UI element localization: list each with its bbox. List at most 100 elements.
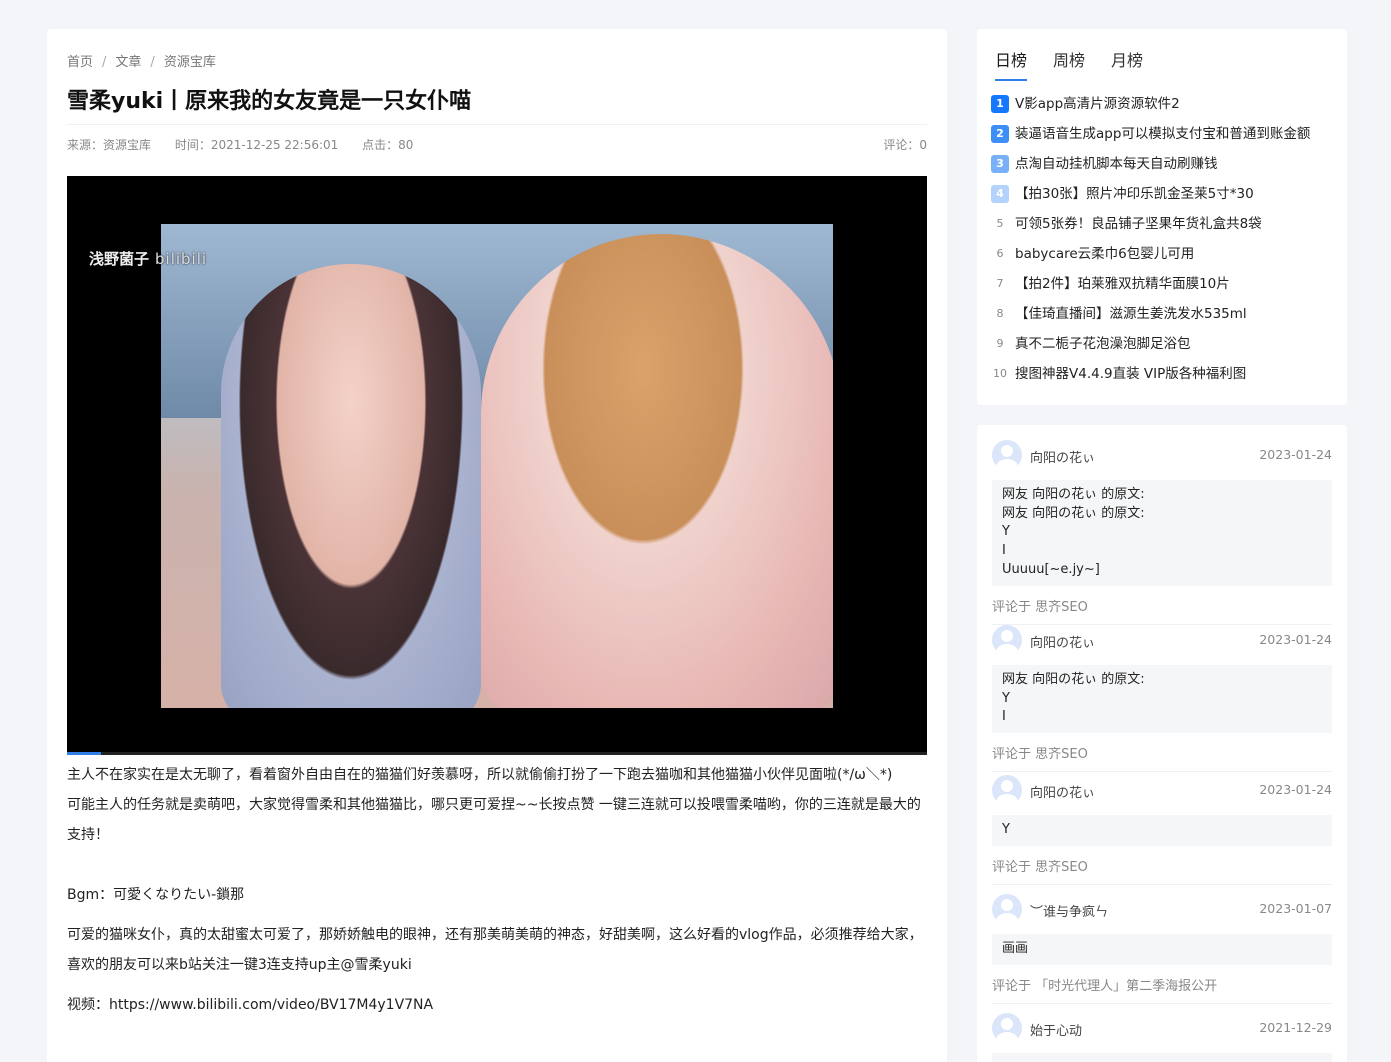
avatar[interactable] — [992, 775, 1022, 805]
article-meta: 来源：资源宝库 时间：2021-12-25 22:56:01 点击：80 评论：… — [67, 136, 927, 153]
meta-comments[interactable]: 评论：0 — [883, 136, 927, 153]
video-progress-bar[interactable] — [67, 752, 927, 755]
comment-target[interactable]: 评论于 思齐SEO — [992, 856, 1332, 875]
ranking-number: 10 — [993, 367, 1007, 380]
ranking-item[interactable]: 8 【佳琦直播间】滋源生姜洗发水535ml — [991, 303, 1310, 333]
comment-user[interactable]: 向阳の花ぃ — [1030, 632, 1095, 651]
video-person-left — [221, 264, 481, 708]
ranking-item-title[interactable]: 【拍30张】照片冲印乐凯金圣莱5寸*30 — [1015, 186, 1254, 202]
breadcrumb-category[interactable]: 资源宝库 — [164, 55, 216, 70]
ranking-number: 7 — [996, 277, 1004, 290]
comment-target[interactable]: 评论于 思齐SEO — [992, 743, 1332, 762]
ranking-item[interactable]: 3 点淘自动挂机脚本每天自动刷赚钱 — [991, 153, 1310, 183]
comment-body: 网友 向阳の花ぃ 的原文: 网友 向阳の花ぃ 的原文: Y I Uuuuu[~e.jy~… — [992, 480, 1332, 586]
comment-line: Uuuuu[~e.jy~] — [1002, 561, 1100, 577]
title-divider — [67, 124, 927, 125]
ranking-item[interactable]: 10 搜图神器V4.4.9直装 VIP版各种福利图 — [991, 363, 1310, 393]
comment-line: I — [1002, 543, 1006, 559]
comment-item: 向阳の花ぃ 2023-01-24 网友 向阳の花ぃ 的原文: Y I 评论于 思齐SEO — [992, 625, 1332, 773]
video-watermark: 浅野菌子 bilibili — [89, 248, 207, 269]
avatar[interactable] — [992, 625, 1022, 655]
tab-weekly[interactable]: 周榜 — [1053, 47, 1085, 79]
ranking-item[interactable]: 5 可领5张券！良品铺子坚果年货礼盒共8袋 — [991, 213, 1310, 243]
ranking-item-title[interactable]: 【拍2件】珀莱雅双抗精华面膜10片 — [1015, 276, 1230, 292]
tab-monthly[interactable]: 月榜 — [1111, 47, 1143, 79]
ranking-item-title[interactable]: 可领5张券！良品铺子坚果年货礼盒共8袋 — [1015, 216, 1262, 232]
comment-line: Y — [1002, 822, 1010, 837]
comment-date: 2021-12-29 — [1259, 1020, 1332, 1035]
comment-header: 向阳の花ぃ 2023-01-24 — [992, 625, 1332, 655]
avatar[interactable] — [992, 440, 1022, 470]
latest-comments-card: 向阳の花ぃ 2023-01-24 网友 向阳の花ぃ 的原文: 网友 向阳の花ぃ 的原文… — [977, 425, 1347, 1062]
ranking-item-title[interactable]: 搜图神器V4.4.9直装 VIP版各种福利图 — [1015, 366, 1246, 382]
comment-item: 向阳の花ぃ 2023-01-24 Y 评论于 思齐SEO — [992, 775, 1332, 885]
ranking-number: 2 — [991, 125, 1009, 143]
page-title: 雪柔yuki丨原来我的女友竟是一只女仆喵 — [67, 89, 472, 114]
video-frame — [161, 224, 833, 708]
comment-line: I — [1002, 709, 1006, 725]
ranking-item[interactable]: 7 【拍2件】珀莱雅双抗精华面膜10片 — [991, 273, 1310, 303]
comment-header: 始于心动 2021-12-29 — [992, 1013, 1332, 1043]
ranking-item[interactable]: 2 装逼语音生成app可以模拟支付宝和普通到账金额 — [991, 123, 1310, 153]
article-body: 主人不在家实在是太无聊了，看着窗外自由自在的猫猫们好羡慕呀，所以就偷偷打扮了一下… — [67, 760, 927, 1020]
comment-line: Y — [1002, 690, 1010, 706]
ranking-item[interactable]: 4 【拍30张】照片冲印乐凯金圣莱5寸*30 — [991, 183, 1310, 213]
video-player[interactable]: 浅野菌子 bilibili — [67, 176, 927, 755]
ranking-item[interactable]: 1 V影app高清片源资源软件2 — [991, 93, 1310, 123]
meta-time: 时间：2021-12-25 22:56:01 — [174, 138, 339, 152]
comment-user[interactable]: 向阳の花ぃ — [1030, 782, 1095, 801]
article-card: 首页 / 文章 / 资源宝库 雪柔yuki丨原来我的女友竟是一只女仆喵 来源：资源宝库 … — [47, 29, 947, 1062]
ranking-item-title[interactable]: 【佳琦直播间】滋源生姜洗发水535ml — [1015, 306, 1247, 322]
comment-date: 2023-01-24 — [1259, 632, 1332, 647]
article-paragraph: 可爱的猫咪女仆，真的太甜蜜太可爱了，那娇娇触电的眼神，还有那美萌美萌的神态，好甜… — [67, 927, 923, 973]
ranking-number: 9 — [996, 337, 1004, 350]
comment-header: 向阳の花ぃ 2023-01-24 — [992, 440, 1332, 470]
comment-line: 网友 向阳の花ぃ 的原文: — [1002, 672, 1145, 687]
comment-line: 网友 向阳の花ぃ 的原文: — [1002, 487, 1145, 502]
ranking-number: 8 — [996, 307, 1004, 320]
ranking-tabs: 日榜 周榜 月榜 — [995, 47, 1169, 81]
breadcrumb-home[interactable]: 首页 — [67, 55, 93, 70]
ranking-item[interactable]: 6 babycare云柔巾6包婴儿可用 — [991, 243, 1310, 273]
comment-line: Y — [1002, 524, 1010, 540]
avatar[interactable] — [992, 1013, 1022, 1043]
ranking-item-title[interactable]: 点淘自动挂机脚本每天自动刷赚钱 — [1015, 156, 1218, 172]
ranking-number: 6 — [996, 247, 1004, 260]
meta-clicks: 点击：80 — [362, 138, 414, 152]
comment-user[interactable]: 始于心动 — [1030, 1020, 1082, 1039]
ranking-number: 1 — [991, 95, 1009, 113]
ranking-item-title[interactable]: V影app高清片源资源软件2 — [1015, 96, 1180, 112]
ranking-item-title[interactable]: babycare云柔巾6包婴儿可用 — [1015, 246, 1194, 262]
avatar[interactable] — [992, 894, 1022, 924]
ranking-item[interactable]: 9 真不二栀子花泡澡泡脚足浴包 — [991, 333, 1310, 363]
video-person-right — [481, 234, 833, 708]
ranking-item-title[interactable]: 真不二栀子花泡澡泡脚足浴包 — [1015, 336, 1191, 352]
comment-date: 2023-01-24 — [1259, 447, 1332, 462]
comment-user[interactable]: ︶谁与争疯ㄣ — [1030, 901, 1108, 920]
article-video-link[interactable]: 视频：https://www.bilibili.com/video/BV17M4… — [67, 990, 927, 1020]
comment-item: 始于心动 2021-12-29 — [992, 1013, 1332, 1062]
ranking-item-title[interactable]: 装逼语音生成app可以模拟支付宝和普通到账金额 — [1015, 126, 1310, 142]
comment-target[interactable]: 评论于 「时光代理人」第二季海报公开 — [992, 975, 1332, 994]
comment-body: 画画 — [992, 934, 1332, 965]
tab-daily[interactable]: 日榜 — [995, 47, 1028, 81]
article-paragraph: 可能主人的任务就是卖萌吧，大家觉得雪柔和其他猫猫比，哪只更可爱捏~~长按点赞 一… — [67, 797, 921, 843]
watermark-text: 浅野菌子 — [89, 250, 150, 268]
comment-header: 向阳の花ぃ 2023-01-24 — [992, 775, 1332, 805]
video-progress-fill — [67, 752, 102, 755]
comment-item: ︶谁与争疯ㄣ 2023-01-07 画画评论于 「时光代理人」第二季海报公开 — [992, 894, 1332, 1004]
comment-body: 网友 向阳の花ぃ 的原文: Y I — [992, 665, 1332, 734]
ranking-number: 3 — [991, 155, 1009, 173]
ranking-list: 1 V影app高清片源资源软件2 2 装逼语音生成app可以模拟支付宝和普通到账金额 3… — [991, 93, 1310, 393]
bilibili-logo-icon: bilibili — [155, 250, 208, 268]
ranking-card: 日榜 周榜 月榜 1 V影app高清片源资源软件2 2 装逼语音生成app可以模拟支付宝和… — [977, 29, 1347, 405]
breadcrumb-articles[interactable]: 文章 — [115, 55, 141, 70]
comment-user[interactable]: 向阳の花ぃ — [1030, 447, 1095, 466]
comment-item: 向阳の花ぃ 2023-01-24 网友 向阳の花ぃ 的原文: 网友 向阳の花ぃ 的原文… — [992, 440, 1332, 625]
comment-header: ︶谁与争疯ㄣ 2023-01-07 — [992, 894, 1332, 924]
meta-source: 来源：资源宝库 — [67, 138, 152, 152]
comment-target[interactable]: 评论于 思齐SEO — [992, 596, 1332, 615]
comment-divider — [992, 883, 1332, 885]
comment-line: 画画 — [1002, 941, 1029, 956]
breadcrumb: 首页 / 文章 / 资源宝库 — [67, 55, 216, 70]
